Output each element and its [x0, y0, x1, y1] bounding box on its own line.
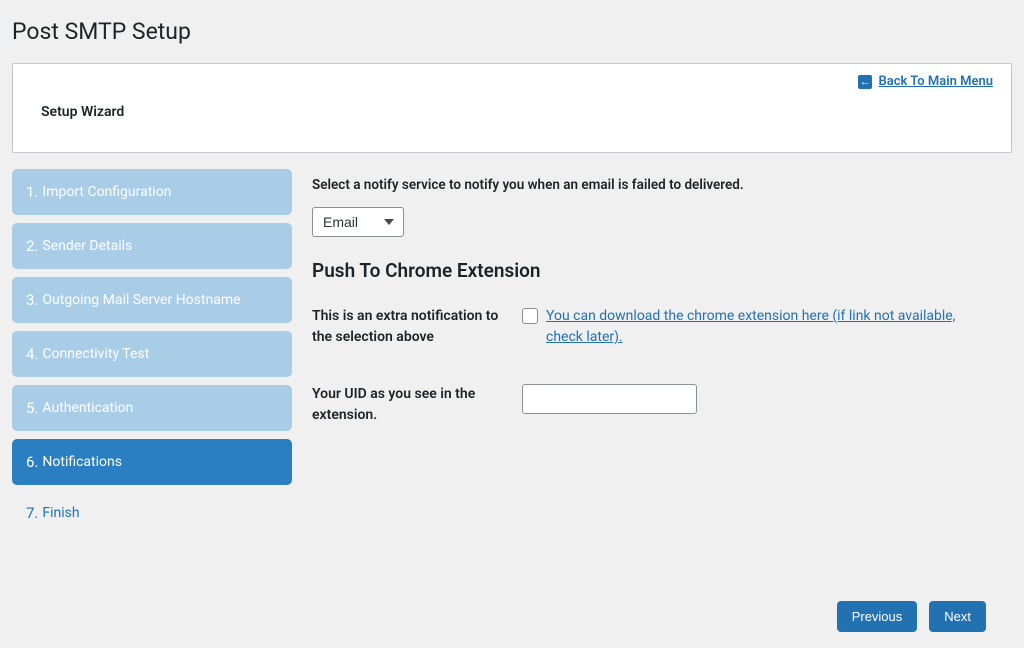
setup-wizard-label: Setup Wizard — [41, 104, 993, 120]
wizard-steps: 1. Import Configuration 2. Sender Detail… — [12, 169, 292, 541]
extra-notification-label: This is an extra notification to the sel… — [312, 306, 522, 348]
step-num: 2. — [26, 237, 38, 255]
back-to-main-menu-link[interactable]: Back To Main Menu — [879, 74, 994, 89]
step-label: Finish — [42, 505, 79, 521]
header-card: ← Back To Main Menu Setup Wizard — [12, 63, 1012, 153]
step-num: 5. — [26, 399, 38, 417]
step-sender-details[interactable]: 2. Sender Details — [12, 223, 292, 269]
step-label: Authentication — [42, 400, 133, 416]
step-import-configuration[interactable]: 1. Import Configuration — [12, 169, 292, 215]
step-connectivity-test[interactable]: 4. Connectivity Test — [12, 331, 292, 377]
step-authentication[interactable]: 5. Authentication — [12, 385, 292, 431]
footer-buttons: Previous Next — [837, 601, 986, 632]
back-link-wrap: ← Back To Main Menu — [858, 74, 993, 89]
step-num: 6. — [26, 453, 38, 471]
chrome-extension-download-link[interactable]: You can download the chrome extension he… — [546, 306, 982, 348]
step-num: 4. — [26, 345, 38, 363]
step-notifications[interactable]: 6. Notifications — [12, 439, 292, 485]
step-num: 1. — [26, 183, 38, 201]
step-label: Outgoing Mail Server Hostname — [42, 292, 240, 308]
back-arrow-icon: ← — [858, 75, 872, 89]
previous-button[interactable]: Previous — [837, 601, 918, 632]
step-label: Notifications — [42, 454, 122, 470]
notify-service-select[interactable]: Email — [312, 207, 404, 237]
step-finish[interactable]: 7. Finish — [12, 493, 292, 533]
step-label: Connectivity Test — [42, 346, 149, 362]
uid-label: Your UID as you see in the extension. — [312, 384, 522, 426]
step-outgoing-mail-server[interactable]: 3. Outgoing Mail Server Hostname — [12, 277, 292, 323]
step-num: 7. — [26, 504, 38, 522]
step-label: Sender Details — [42, 238, 132, 254]
page-title: Post SMTP Setup — [12, 18, 1012, 45]
step-num: 3. — [26, 291, 38, 309]
chrome-extension-checkbox[interactable] — [522, 308, 538, 324]
uid-input[interactable] — [522, 384, 697, 414]
next-button[interactable]: Next — [929, 601, 986, 632]
instruction-text: Select a notify service to notify you wh… — [312, 177, 982, 193]
section-heading: Push To Chrome Extension — [312, 259, 982, 282]
wizard-content: Select a notify service to notify you wh… — [312, 169, 1012, 541]
step-label: Import Configuration — [42, 184, 171, 200]
